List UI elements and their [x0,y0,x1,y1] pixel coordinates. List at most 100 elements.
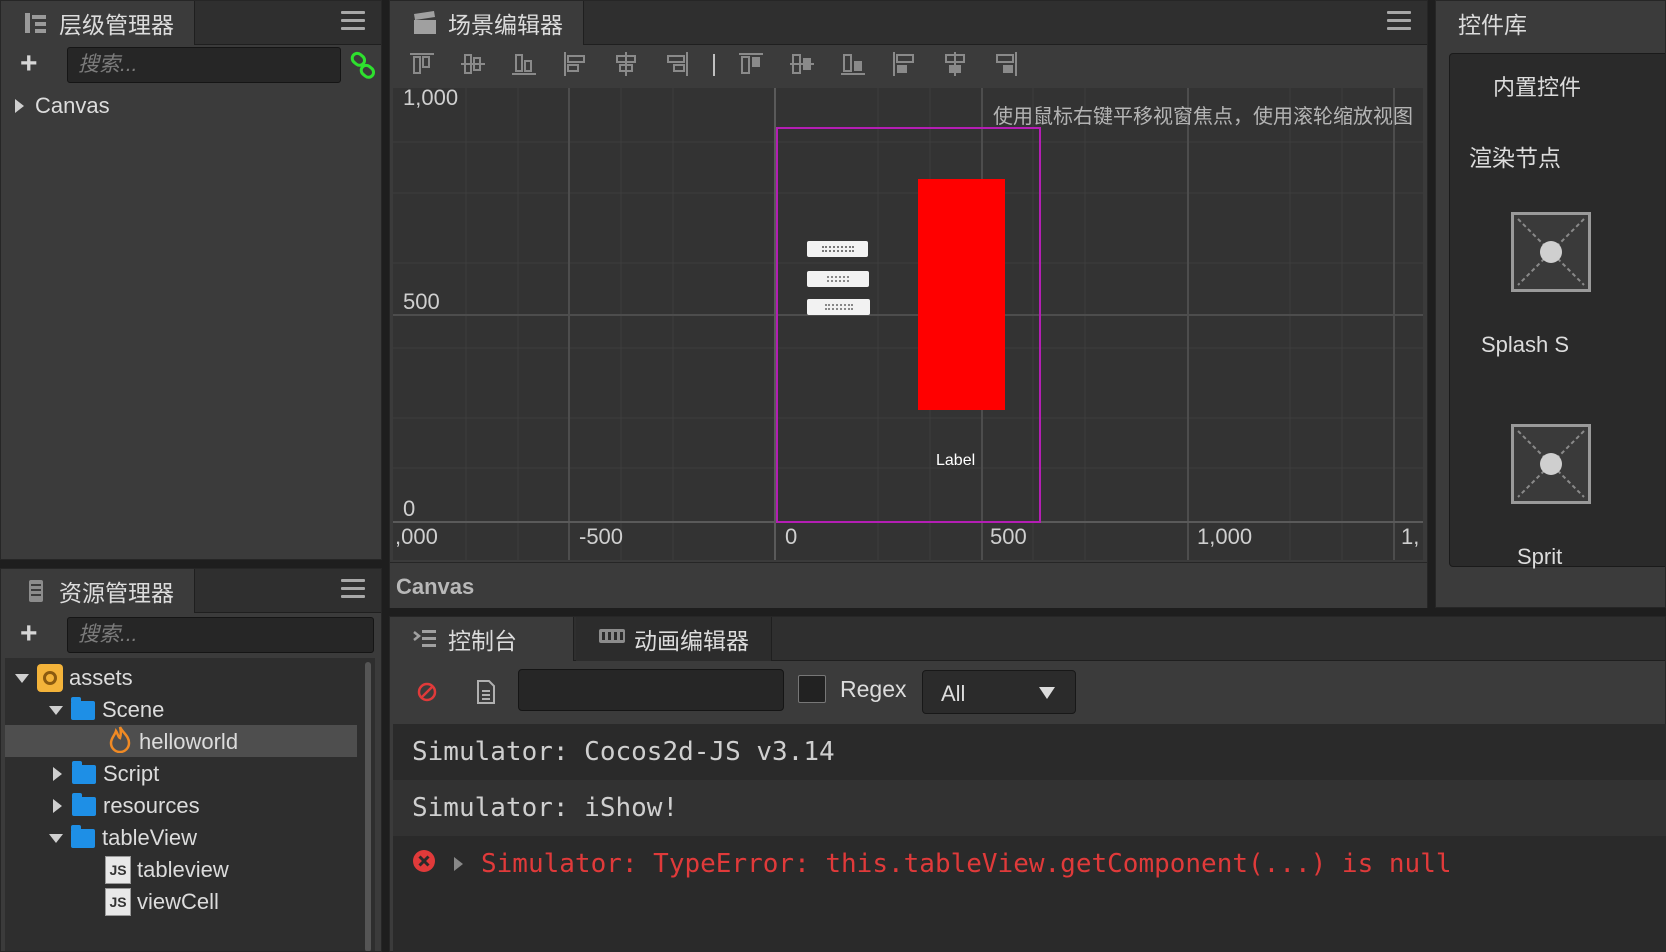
y-tick-label: 500 [403,289,440,314]
asset-folder-tableview[interactable]: tableView [49,822,197,854]
hierarchy-add-button[interactable]: + [20,49,38,79]
expand-arrow-icon[interactable] [454,857,463,871]
asset-label: assets [69,665,133,690]
x-tick-label: ,000 [395,524,438,549]
tree-node-canvas[interactable]: Canvas [15,90,110,122]
log-entry: Simulator: Cocos2d-JS v3.14 [393,724,1666,780]
red-sprite-node[interactable] [918,179,1005,410]
scene-viewport[interactable]: 1,000 500 0 ,000 -500 0 500 1,000 1, 使用鼠… [393,88,1423,560]
widget-list: 内置控件 渲染节点 Splash S Sprit [1449,53,1665,569]
distribute-right-icon[interactable] [992,50,1020,78]
scene-tabbar: 场景编辑器 [390,1,1427,45]
asset-scene-helloworld[interactable]: helloworld [107,726,238,758]
log-entry-error[interactable]: Simulator: TypeError: this.tableView.get… [393,836,1666,892]
console-tab-label: 控制台 [448,628,517,654]
regex-checkbox[interactable] [798,675,826,703]
tab-builtin-widgets[interactable]: 内置控件 [1493,70,1581,102]
log-entry-text: Simulator: iShow! [412,793,679,823]
console-tabbar: 控制台 动画编辑器 [390,617,1665,661]
asset-label: viewCell [137,889,219,914]
assets-search-input[interactable] [67,617,374,653]
hierarchy-title: 层级管理器 [59,12,174,38]
assets-panel: 资源管理器 + assets Scene helloworld Script [0,568,382,952]
asset-node-assets[interactable]: assets [15,662,133,694]
x-tick-label: 500 [990,524,1027,549]
button-node[interactable] [807,241,868,257]
tab-assets[interactable]: 资源管理器 [1,569,195,613]
asset-label: Script [103,761,160,786]
y-tick-label: 0 [403,496,416,521]
open-log-file-icon[interactable] [475,679,497,710]
expand-arrow-icon[interactable] [15,99,24,113]
collapse-arrow-icon[interactable] [15,673,29,683]
align-bottom-icon[interactable] [510,50,538,78]
error-icon [412,849,436,880]
database-icon [23,578,49,604]
js-file-icon: JS [105,856,131,884]
x-tick-label: -500 [579,524,624,549]
dropdown-arrow-icon [1039,687,1055,699]
align-hcenter-icon[interactable] [612,50,640,78]
scene-menu-icon[interactable] [1387,11,1411,31]
scene-status-bar: Canvas [390,562,1427,608]
expand-arrow-icon[interactable] [53,767,62,781]
folder-icon [71,696,95,720]
tab-console[interactable]: 控制台 [390,617,574,661]
align-vcenter-icon[interactable] [459,50,487,78]
toolbar-separator [713,54,715,76]
log-entry-text: Simulator: TypeError: this.tableView.get… [481,849,1452,879]
asset-script-tableview[interactable]: JS tableview [105,854,229,886]
hierarchy-panel: 层级管理器 + Canvas [0,0,382,560]
asset-folder-script[interactable]: Script [53,758,159,790]
link-icon[interactable] [349,51,377,84]
clapperboard-icon [412,10,438,36]
hierarchy-menu-icon[interactable] [341,11,365,31]
tab-scene-editor[interactable]: 场景编辑器 [390,1,584,45]
asset-script-viewcell[interactable]: JS viewCell [105,886,219,918]
log-level-value: All [941,681,966,706]
tab-hierarchy[interactable]: 层级管理器 [1,1,195,45]
asset-folder-scene[interactable]: Scene [49,694,164,726]
distribute-left-icon[interactable] [890,50,918,78]
align-top-icon[interactable] [408,50,436,78]
distribute-vcenter-icon[interactable] [788,50,816,78]
x-tick-label: 1, [1401,524,1420,549]
clear-console-icon[interactable] [416,681,438,708]
console-filter-input[interactable] [518,669,784,711]
hierarchy-search-input[interactable] [67,47,341,83]
asset-db-icon [37,664,63,692]
section-render-nodes: 渲染节点 [1469,145,1561,171]
sprite-placeholder-icon [1511,424,1591,504]
hierarchy-icon [23,10,49,36]
button-node-glyph-icon [827,276,849,282]
tab-animation-editor[interactable]: 动画编辑器 [576,617,772,661]
assets-menu-icon[interactable] [341,579,365,599]
distribute-bottom-icon[interactable] [839,50,867,78]
widget-item-label: Sprit [1517,544,1563,569]
asset-label: resources [103,793,200,818]
button-node[interactable] [807,271,869,287]
x-tick-label: 0 [785,524,798,549]
assets-add-button[interactable]: + [20,619,38,649]
log-level-select[interactable]: All [922,670,1076,714]
animation-tab-label: 动画编辑器 [634,628,749,654]
align-right-icon[interactable] [663,50,691,78]
collapse-arrow-icon[interactable] [49,705,63,715]
tree-node-label: Canvas [35,93,110,118]
distribute-top-icon[interactable] [737,50,765,78]
label-node[interactable]: Label [936,452,975,470]
distribute-hcenter-icon[interactable] [941,50,969,78]
widget-item-sprite[interactable]: Sprit [1450,416,1665,576]
asset-scrollbar[interactable] [365,662,371,951]
widget-tabbar: 控件库 [1436,1,1665,45]
button-node[interactable] [807,299,870,315]
widget-item-label: Splash S [1481,332,1570,357]
tab-widget-library[interactable]: 控件库 [1436,1,1665,45]
expand-arrow-icon[interactable] [53,799,62,813]
align-left-icon[interactable] [561,50,589,78]
asset-folder-resources[interactable]: resources [53,790,200,822]
y-tick-label: 1,000 [403,88,459,110]
widget-library-panel: 控件库 内置控件 渲染节点 Splash S Sprit [1435,0,1666,608]
widget-item-splash[interactable]: Splash S [1450,204,1665,364]
collapse-arrow-icon[interactable] [49,833,63,843]
